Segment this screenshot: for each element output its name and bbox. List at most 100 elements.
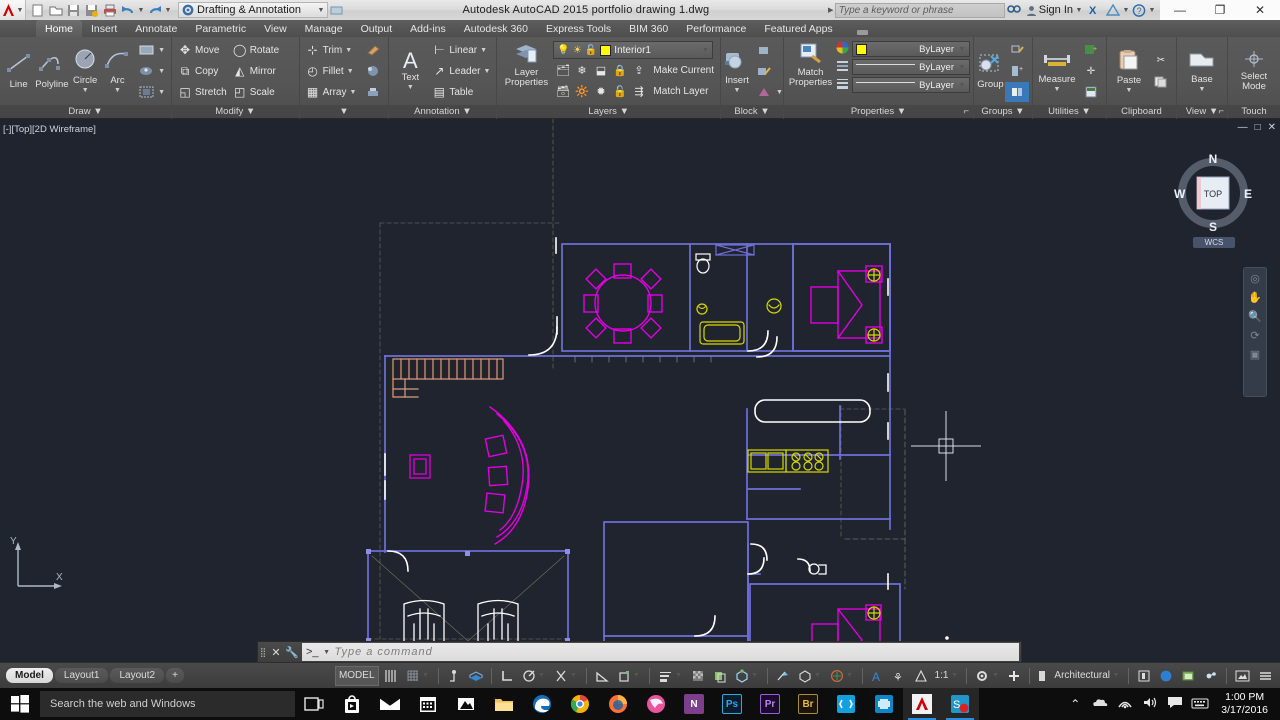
tab-performance[interactable]: Performance: [677, 20, 755, 37]
units-dropdown-arrow[interactable]: ▼: [1112, 672, 1120, 679]
steering-wheel-icon[interactable]: ◎: [1250, 272, 1260, 285]
undo-dropdown-arrow[interactable]: ▼: [137, 7, 145, 14]
layer-color-swatch[interactable]: [600, 44, 612, 56]
orbit-icon[interactable]: ⟳: [1250, 329, 1259, 342]
annotation-visibility-icon[interactable]: A: [868, 666, 888, 686]
paste-dropdown-arrow[interactable]: ▼: [1126, 87, 1133, 94]
point-style-button[interactable]: ✛: [1079, 61, 1103, 81]
rectangle-dropdown-arrow[interactable]: ▼: [158, 47, 165, 54]
quick-select-button[interactable]: +: [1079, 40, 1103, 60]
redo-arrow-icon[interactable]: [146, 2, 163, 19]
linetype-dropdown-arrow[interactable]: ▼: [958, 64, 966, 71]
tab-bim-360[interactable]: BIM 360: [620, 20, 677, 37]
ribbon-minimize-control[interactable]: ▼: [856, 28, 880, 37]
layer-isolate-icon[interactable]: 🗂: [553, 64, 572, 77]
tab-manage[interactable]: Manage: [296, 20, 352, 37]
hardware-acceleration-icon[interactable]: [1201, 666, 1221, 686]
transparency-icon[interactable]: [688, 666, 708, 686]
open-folder-icon[interactable]: [47, 2, 64, 19]
properties-dialog-launcher[interactable]: ⌐: [963, 105, 969, 119]
create-block-button[interactable]: [752, 40, 786, 60]
select-mode-button[interactable]: Select Mode: [1231, 50, 1277, 92]
paste-button[interactable]: Paste ▼: [1110, 49, 1148, 94]
snap3d-dropdown-arrow[interactable]: ▼: [751, 672, 759, 679]
snap-mode-icon[interactable]: ▼: [403, 666, 433, 686]
panel-utilities-title[interactable]: Utilities ▼: [1033, 105, 1106, 119]
object-snap-icon[interactable]: [592, 666, 612, 686]
panel-modify-title[interactable]: Modify ▼: [172, 105, 299, 119]
autoscale-icon[interactable]: ⚘: [890, 666, 910, 686]
scale-dropdown-arrow[interactable]: ▼: [950, 672, 958, 679]
undo-arrow-icon[interactable]: [119, 2, 136, 19]
chrome-browser-icon[interactable]: [561, 688, 599, 720]
draw-polyline-button[interactable]: Polyline: [35, 52, 69, 90]
draw-arc-button[interactable]: Arc ▼: [102, 48, 133, 94]
object-color-combo[interactable]: ByLayer ▼: [852, 41, 970, 57]
layout-tab-add[interactable]: +: [166, 668, 184, 683]
firefox-browser-icon[interactable]: [599, 688, 637, 720]
base-view-button[interactable]: Base ▼: [1180, 50, 1224, 93]
layout-tab-model[interactable]: Model: [6, 668, 53, 683]
3dosnap-dropdown-arrow[interactable]: ▼: [633, 672, 641, 679]
app-menu-dropdown-arrow[interactable]: ▼: [16, 7, 24, 14]
layer-unisolate-icon[interactable]: 🗃: [553, 85, 572, 98]
group-selection-toggle[interactable]: [1005, 82, 1029, 102]
arc-dropdown-arrow[interactable]: ▼: [114, 87, 121, 94]
customization-icon[interactable]: [1255, 666, 1276, 686]
infocenter-arrow-icon[interactable]: ▶: [827, 6, 835, 14]
modify-explode-button[interactable]: [361, 61, 385, 81]
clean-screen-toggle-icon[interactable]: [1232, 666, 1253, 686]
onenote-icon[interactable]: N: [675, 688, 713, 720]
command-line[interactable]: ⣿ ✕ 🔧 >_ ▼ Type a command: [257, 641, 1022, 663]
workspace-gear-icon[interactable]: ▼: [972, 666, 1002, 686]
modify-mirror-button[interactable]: ◭ Mirror: [230, 61, 282, 81]
iso-dropdown-arrow[interactable]: ▼: [814, 672, 822, 679]
photoshop-icon[interactable]: Ps: [713, 688, 751, 720]
layer-freeze-icon[interactable]: ☀: [573, 45, 582, 56]
modify-stretch-button[interactable]: ◱ Stretch: [175, 82, 230, 102]
layer-lock-icon[interactable]: 🔓: [585, 45, 597, 56]
color-dropdown-arrow[interactable]: ▼: [958, 46, 966, 53]
exchange-apps-icon[interactable]: X: [1086, 4, 1104, 16]
panel-view-title[interactable]: View ▼ ⌐: [1177, 105, 1227, 119]
task-view-icon[interactable]: [295, 688, 333, 720]
save-as-icon[interactable]: [83, 2, 100, 19]
space-toggle-button[interactable]: MODEL: [334, 665, 379, 686]
layer-freeze-obj-icon[interactable]: ❄: [572, 64, 591, 77]
draw-gradient-button[interactable]: ▼: [134, 82, 168, 102]
block-attribute-button[interactable]: ▼: [752, 82, 786, 102]
sign-in-dropdown-arrow[interactable]: ▼: [1075, 7, 1083, 14]
osnap-track-dropdown-arrow[interactable]: ▼: [570, 672, 578, 679]
annotation-linear-button[interactable]: ⊢ Linear ▼: [429, 40, 493, 60]
wifi-icon[interactable]: [1113, 697, 1137, 712]
tab-home[interactable]: Home: [36, 20, 83, 37]
3d-object-snap-toggle-icon[interactable]: ▼: [732, 666, 762, 686]
photos-icon[interactable]: [447, 688, 485, 720]
circle-dropdown-arrow[interactable]: ▼: [82, 87, 89, 94]
clean-screen-icon[interactable]: [1178, 666, 1199, 686]
tab-annotate[interactable]: Annotate: [126, 20, 186, 37]
lineweight-dropdown-arrow[interactable]: ▼: [675, 672, 683, 679]
3d-object-snap-icon[interactable]: ▼: [614, 666, 644, 686]
edge-browser-icon[interactable]: [523, 688, 561, 720]
units-value[interactable]: Architectural ▼: [1051, 666, 1123, 686]
layer-dropdown-arrow[interactable]: ▼: [701, 47, 709, 54]
keyboard-icon[interactable]: [1188, 697, 1212, 712]
ortho-mode-icon[interactable]: [497, 666, 517, 686]
measure-dropdown-arrow[interactable]: ▼: [1054, 86, 1061, 93]
panel-groups-title[interactable]: Groups ▼: [974, 105, 1032, 119]
gradient-dropdown-arrow[interactable]: ▼: [158, 89, 165, 96]
help-icon[interactable]: ?: [1130, 3, 1148, 17]
volume-icon[interactable]: [1138, 696, 1162, 712]
viewcube[interactable]: TOP N S W E: [1168, 147, 1258, 237]
save-disk-icon[interactable]: [65, 2, 82, 19]
a360-dropdown-arrow[interactable]: ▼: [1122, 7, 1130, 14]
panel-properties-title[interactable]: Properties ▼ ⌐: [784, 105, 973, 119]
maximize-button[interactable]: ❐: [1200, 0, 1240, 20]
tab-featured-apps[interactable]: Featured Apps: [755, 20, 841, 37]
panel-draw-title[interactable]: Draw ▼: [0, 105, 171, 119]
panel-block-title[interactable]: Block ▼: [721, 105, 783, 119]
modify-fillet-button[interactable]: ◴ Fillet ▼: [303, 61, 360, 81]
close-button[interactable]: ✕: [1240, 0, 1280, 20]
hatch-dropdown-arrow[interactable]: ▼: [158, 68, 165, 75]
